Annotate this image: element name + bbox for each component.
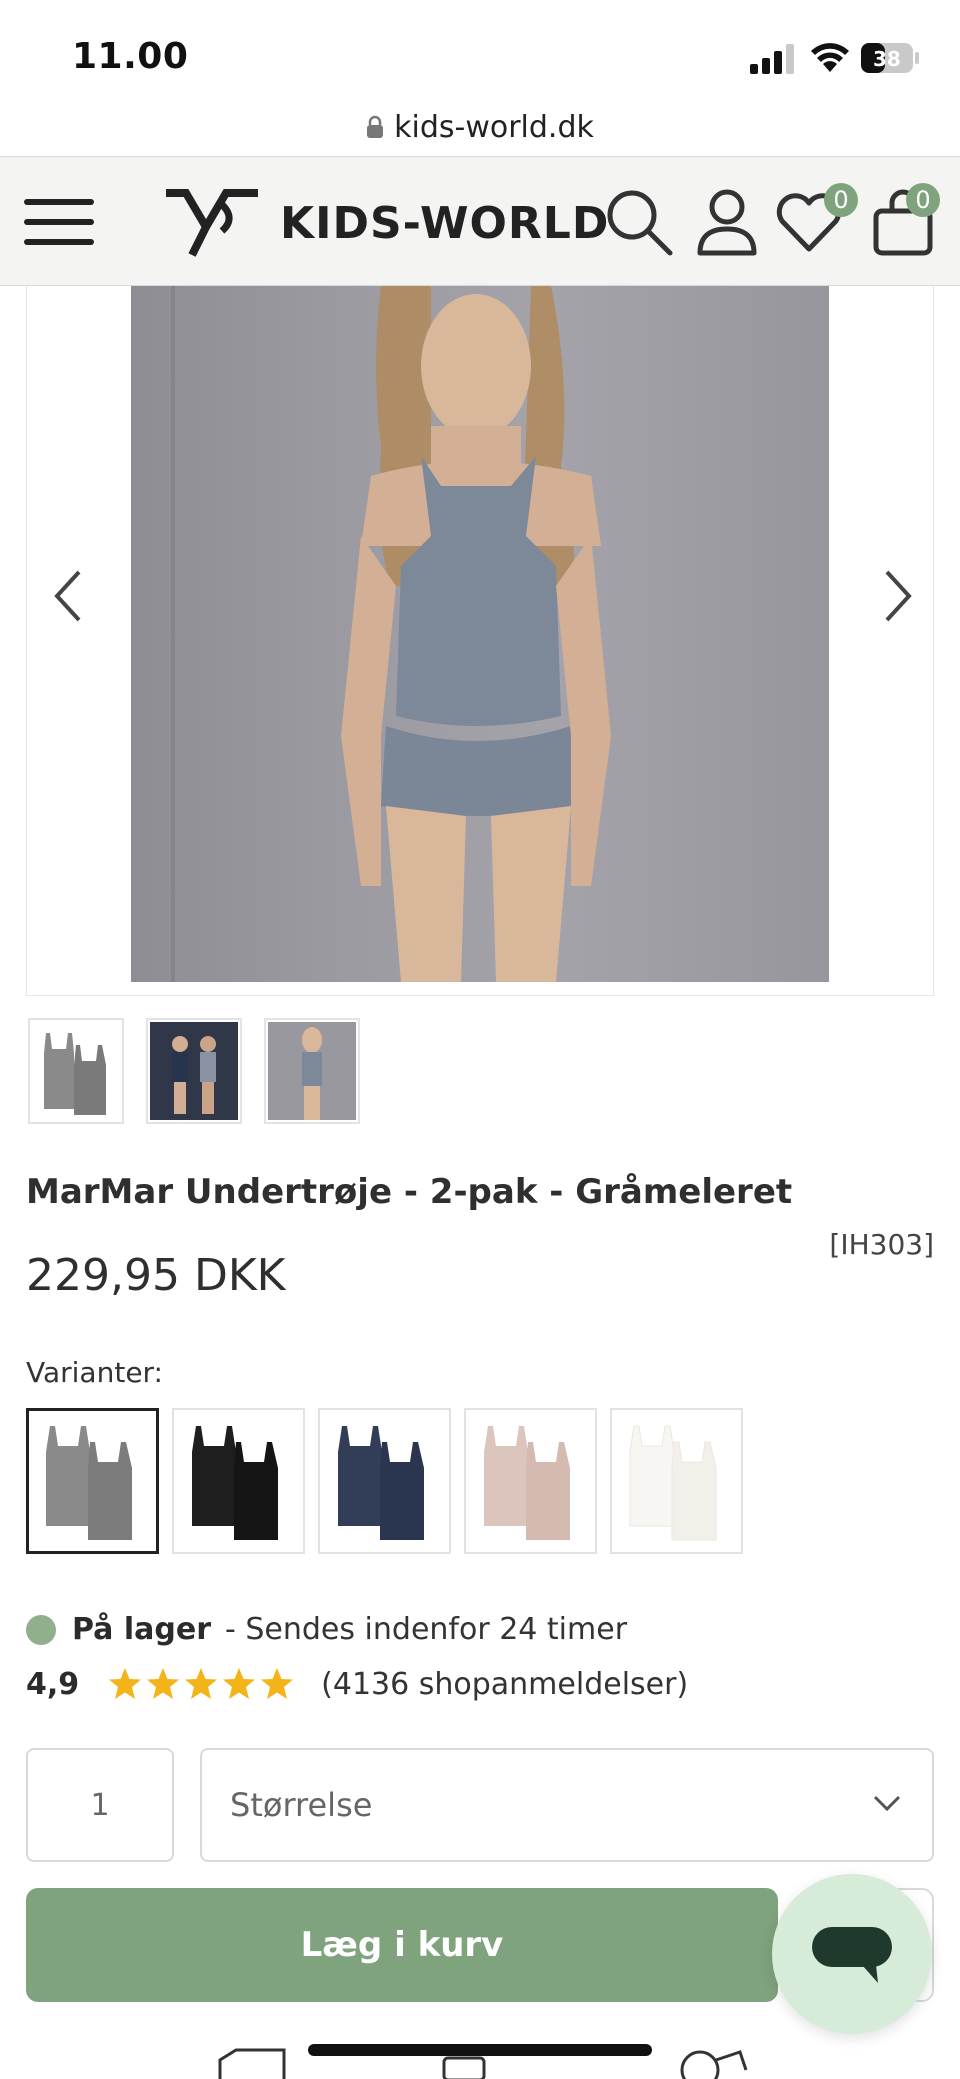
battery-icon: 38 xyxy=(861,43,919,73)
chevron-down-icon xyxy=(873,1795,901,1812)
previous-image-arrow-icon[interactable] xyxy=(49,566,89,626)
product-title: MarMar Undertrøje - 2-pak - Gråmeleret xyxy=(26,1172,793,1212)
review-count: (4136 shopanmeldelser) xyxy=(321,1666,689,1702)
white-tank-tops-image xyxy=(629,1425,716,1541)
model-photo-illustration xyxy=(171,286,611,982)
rating-row[interactable]: 4,9 (4136 shopanmeldelser) xyxy=(26,1666,688,1702)
product-gallery xyxy=(26,286,934,996)
variant-rose[interactable] xyxy=(464,1408,597,1554)
product-sku: [IH303] xyxy=(829,1228,934,1261)
stock-status-dot-icon xyxy=(26,1614,56,1645)
quantity-input[interactable]: 1 xyxy=(26,1748,174,1862)
logo-text: KIDS-WORLD xyxy=(280,197,610,249)
address-bar[interactable]: kids-world.dk xyxy=(0,98,960,156)
shipping-note: - Sendes indenfor 24 timer xyxy=(225,1612,628,1647)
cart-count-badge: 0 xyxy=(906,183,940,217)
size-select-placeholder: Størrelse xyxy=(230,1786,373,1824)
rating-stars xyxy=(107,1666,295,1702)
thumbnail-2[interactable] xyxy=(146,1018,242,1124)
url-text: kids-world.dk xyxy=(394,109,594,145)
stock-info: På lager - Sendes indenfor 24 timer xyxy=(26,1612,627,1647)
model-thumbnail-image xyxy=(268,1022,356,1120)
gray-tank-tops-image xyxy=(45,1426,132,1540)
variant-gray[interactable] xyxy=(26,1408,159,1554)
battery-level: 38 xyxy=(873,47,901,71)
thumbnail-1[interactable] xyxy=(28,1018,124,1124)
size-select[interactable]: Størrelse xyxy=(200,1748,934,1862)
site-logo[interactable]: KIDS-WORLD xyxy=(162,185,609,261)
kids-photo-thumbnail-image xyxy=(150,1022,238,1120)
next-image-arrow-icon[interactable] xyxy=(877,566,917,626)
black-tank-tops-image xyxy=(191,1426,278,1540)
status-time: 11.00 xyxy=(72,36,189,77)
chat-bubble-icon xyxy=(812,1927,892,1983)
wishlist-count-badge: 0 xyxy=(824,183,858,217)
user-account-icon[interactable] xyxy=(692,187,762,257)
add-to-cart-button[interactable]: Læg i kurv xyxy=(26,1888,778,2002)
tank-top-thumbnail-image xyxy=(44,1033,106,1115)
navy-tank-tops-image xyxy=(337,1426,424,1540)
variant-black[interactable] xyxy=(172,1408,305,1554)
rating-value: 4,9 xyxy=(26,1666,80,1702)
variant-white[interactable] xyxy=(610,1408,743,1554)
star-icon xyxy=(223,1668,256,1699)
star-icon xyxy=(261,1668,294,1699)
stock-status: På lager xyxy=(72,1612,212,1647)
site-header: KIDS-WORLD 0 0 xyxy=(0,156,960,286)
home-indicator xyxy=(308,2044,652,2056)
variants-label: Varianter: xyxy=(26,1356,163,1389)
wifi-icon xyxy=(811,43,849,72)
star-icon xyxy=(109,1668,142,1699)
chat-support-button[interactable] xyxy=(772,1874,932,2034)
product-main-image[interactable] xyxy=(131,286,829,982)
thumbnail-strip xyxy=(28,1018,360,1124)
status-bar: 11.00 38 xyxy=(0,0,960,100)
lock-icon xyxy=(367,115,384,138)
hamburger-menu-icon[interactable] xyxy=(24,189,94,255)
rose-tank-tops-image xyxy=(483,1426,570,1540)
search-icon[interactable] xyxy=(604,187,674,257)
variant-navy[interactable] xyxy=(318,1408,451,1554)
variant-swatches xyxy=(26,1408,743,1554)
cellular-signal-icon xyxy=(750,44,794,74)
logo-mark-icon xyxy=(166,189,258,257)
thumbnail-3[interactable] xyxy=(264,1018,360,1124)
product-price: 229,95 DKK xyxy=(26,1250,286,1301)
star-icon xyxy=(185,1668,218,1699)
star-icon xyxy=(147,1668,180,1699)
